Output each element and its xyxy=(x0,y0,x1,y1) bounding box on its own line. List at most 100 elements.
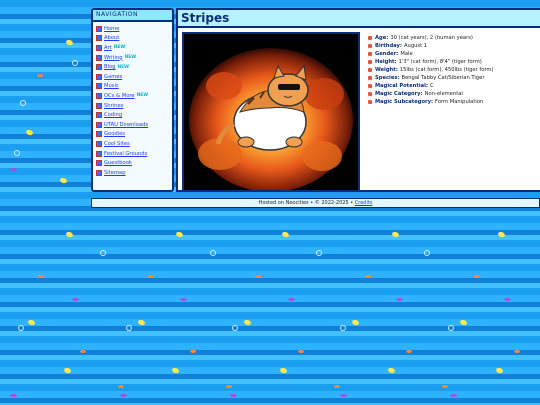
fish-icon xyxy=(10,394,17,397)
nav-item-label[interactable]: Guestbook xyxy=(104,160,132,166)
fish-icon xyxy=(10,168,17,171)
nav-item-label[interactable]: UTAU Downloads xyxy=(104,122,148,128)
bubble-icon xyxy=(18,325,24,331)
character-info-list: Age: 30 (cat years), 2 (human years) Birt… xyxy=(368,34,536,106)
nav-item-music[interactable]: Music xyxy=(96,82,169,92)
footer-text: Hosted on Neocities • © 2022-2025 • xyxy=(258,200,354,206)
fish-icon xyxy=(351,318,360,327)
nav-item-sitemap[interactable]: Sitemap xyxy=(96,168,169,178)
nav-item-label[interactable]: Blog xyxy=(104,64,115,70)
nav-item-label[interactable]: Shrines xyxy=(104,103,123,109)
info-value: 30 (cat years), 2 (human years) xyxy=(390,35,473,41)
nav-item-label[interactable]: Home xyxy=(104,26,119,32)
fish-icon xyxy=(281,230,290,239)
fish-icon xyxy=(255,275,261,278)
fish-icon xyxy=(497,230,506,239)
info-value: 15lbs (cat form), 450lbs (tiger form) xyxy=(399,67,494,73)
nav-item-label[interactable]: About xyxy=(104,35,119,41)
nav-item-festival-grounds[interactable]: Festival Grounds xyxy=(96,149,169,159)
page-icon xyxy=(96,102,102,109)
nav-item-label[interactable]: OCs & More xyxy=(104,93,135,99)
nav-item-utau-downloads[interactable]: UTAU Downloads xyxy=(96,120,169,130)
fish-icon xyxy=(514,350,520,353)
page-icon xyxy=(96,44,102,51)
bubble-icon xyxy=(14,150,20,156)
nav-item-label[interactable]: Writing xyxy=(104,55,123,61)
bullet-icon xyxy=(368,44,372,48)
info-label: Weight: xyxy=(375,67,398,73)
nav-item-guestbook[interactable]: Guestbook xyxy=(96,158,169,168)
fish-icon xyxy=(118,385,124,388)
page-icon xyxy=(96,25,102,32)
fish-icon xyxy=(340,394,347,397)
fish-icon xyxy=(442,385,448,388)
nav-item-label[interactable]: Goodies xyxy=(104,131,125,137)
info-value: August 1 xyxy=(403,43,428,49)
info-row-species: Species: Bengal Tabby Cat/Siberian Tiger xyxy=(368,74,536,82)
page-icon xyxy=(96,169,102,176)
new-badge: NEW xyxy=(124,55,137,61)
info-row-birthday: Birthday: August 1 xyxy=(368,42,536,50)
fish-icon xyxy=(279,366,288,375)
nav-item-writing[interactable]: Writing NEW xyxy=(96,53,169,63)
fish-icon xyxy=(72,298,79,301)
bubble-icon xyxy=(232,325,238,331)
fish-icon xyxy=(459,318,468,327)
nav-item-art[interactable]: Art NEW xyxy=(96,43,169,53)
new-badge: NEW xyxy=(136,93,149,99)
bullet-icon xyxy=(368,84,372,88)
nav-item-label[interactable]: Cool Sites xyxy=(104,141,130,147)
credits-link[interactable]: Credits xyxy=(355,200,373,206)
info-value: C xyxy=(429,83,434,89)
fish-icon xyxy=(63,366,72,375)
nav-item-shrines[interactable]: Shrines xyxy=(96,101,169,111)
character-image xyxy=(182,32,360,192)
fish-icon xyxy=(243,318,252,327)
nav-item-label[interactable]: Sitemap xyxy=(104,170,126,176)
page-icon xyxy=(96,73,102,80)
nav-item-label[interactable]: Coding xyxy=(104,112,122,118)
nav-item-label[interactable]: Games xyxy=(104,74,122,80)
page-icon xyxy=(96,64,102,71)
info-label: Magical Potential: xyxy=(375,83,428,89)
info-label: Magic Subcategory: xyxy=(375,99,434,105)
bullet-icon xyxy=(368,60,372,64)
nav-item-label[interactable]: Festival Grounds xyxy=(104,151,147,157)
bullet-icon xyxy=(368,68,372,72)
bubble-icon xyxy=(316,250,322,256)
fish-icon xyxy=(450,394,457,397)
fish-icon xyxy=(148,275,154,278)
nav-item-cool-sites[interactable]: Cool Sites xyxy=(96,139,169,149)
nav-item-ocs[interactable]: OCs & More NEW xyxy=(96,91,169,101)
fish-icon xyxy=(27,318,36,327)
bubble-icon xyxy=(100,250,106,256)
character-panel: Stripes Age: 30 (cat years), 2 (human ye… xyxy=(176,8,540,192)
nav-item-games[interactable]: Games xyxy=(96,72,169,82)
fish-icon xyxy=(59,176,68,185)
nav-item-goodies[interactable]: Goodies xyxy=(96,130,169,140)
bullet-icon xyxy=(368,36,372,40)
bubble-icon xyxy=(424,250,430,256)
bullet-icon xyxy=(368,100,372,104)
bubble-icon xyxy=(210,250,216,256)
info-label: Gender: xyxy=(375,51,399,57)
nav-item-coding[interactable]: Coding xyxy=(96,110,169,120)
fish-icon xyxy=(495,366,504,375)
fish-icon xyxy=(365,275,371,278)
fish-icon xyxy=(474,275,480,278)
fish-icon xyxy=(504,298,511,301)
page-icon xyxy=(96,92,102,99)
fish-icon xyxy=(391,230,400,239)
nav-item-blog[interactable]: Blog NEW xyxy=(96,62,169,72)
nav-item-home[interactable]: Home xyxy=(96,24,169,34)
info-value: 1'3" (cat form), 8'4" (tiger form) xyxy=(398,59,482,65)
nav-item-label[interactable]: Music xyxy=(104,83,119,89)
info-row-height: Height: 1'3" (cat form), 8'4" (tiger form… xyxy=(368,58,536,66)
page-icon xyxy=(96,131,102,138)
info-value: Non-elemental xyxy=(424,91,463,97)
nav-item-about[interactable]: About xyxy=(96,34,169,44)
nav-item-label[interactable]: Art xyxy=(104,45,112,51)
fish-icon xyxy=(396,298,403,301)
info-row-gender: Gender: Male xyxy=(368,50,536,58)
info-row-age: Age: 30 (cat years), 2 (human years) xyxy=(368,34,536,42)
